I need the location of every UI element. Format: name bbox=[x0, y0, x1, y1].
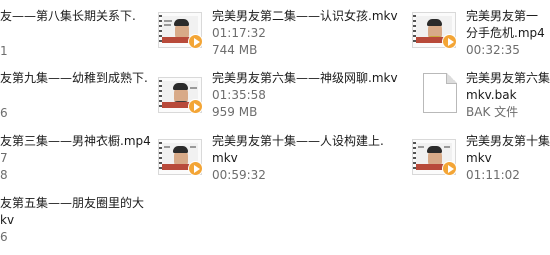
file-item-ep3[interactable]: 友第三集——男神衣橱.mp4 7 8 bbox=[0, 128, 151, 188]
file-name-line1: 友第五集——朋友圈里的大 bbox=[0, 196, 145, 210]
file-meta: 6 bbox=[0, 230, 8, 244]
file-meta: 1 bbox=[0, 44, 8, 58]
file-name-line1: 完美男友第十集 bbox=[466, 134, 550, 148]
file-duration: 01:35:58 bbox=[212, 88, 266, 102]
file-name: 完美男友第二集——认识女孩.mkv bbox=[212, 9, 398, 23]
file-name-line2: mkv bbox=[212, 151, 238, 165]
file-size: 8 bbox=[0, 168, 8, 182]
file-item-ep8[interactable]: 友——第八集长期关系下. 1 bbox=[0, 0, 150, 60]
file-duration: 01:11:02 bbox=[466, 168, 520, 182]
file-item-ep2[interactable]: 完美男友第二集——认识女孩.mkv 01:17:32 744 MB bbox=[158, 0, 408, 62]
file-name-line2: kv bbox=[0, 213, 15, 227]
file-name: 完美男友第六集——神级网聊.mkv bbox=[212, 71, 398, 85]
file-item-ep1[interactable]: 完美男友第一 分手危机.mp4 00:32:35 bbox=[412, 0, 550, 62]
play-badge-icon bbox=[442, 161, 457, 176]
video-thumbnail-icon bbox=[412, 12, 457, 49]
play-badge-icon bbox=[188, 34, 203, 49]
file-size: 959 MB bbox=[212, 105, 258, 119]
file-name-line1: 完美男友第十集——人设构建上. bbox=[212, 134, 384, 148]
document-icon bbox=[423, 73, 457, 113]
play-badge-icon bbox=[188, 161, 203, 176]
file-duration: 00:59:32 bbox=[212, 168, 266, 182]
file-name: 友第三集——男神衣橱.mp4 bbox=[0, 134, 151, 148]
file-item-ep6-mkv[interactable]: 完美男友第六集——神级网聊.mkv 01:35:58 959 MB bbox=[158, 66, 408, 128]
video-thumbnail-icon bbox=[158, 77, 203, 114]
file-name: 友——第八集长期关系下. bbox=[0, 9, 136, 23]
video-thumbnail-icon bbox=[158, 12, 203, 49]
video-thumbnail-icon bbox=[158, 139, 203, 176]
file-duration: 00:32:35 bbox=[466, 43, 520, 57]
file-name-line2: mkv bbox=[466, 151, 492, 165]
file-item-ep6-bak[interactable]: 完美男友第六集 mkv.bak BAK 文件 bbox=[412, 66, 550, 128]
file-name-line2: mkv.bak bbox=[466, 88, 517, 102]
play-badge-icon bbox=[442, 34, 457, 49]
file-meta: 6 bbox=[0, 106, 8, 120]
file-item-ep5[interactable]: 友第五集——朋友圈里的大 kv 6 bbox=[0, 190, 150, 250]
file-type: BAK 文件 bbox=[466, 105, 519, 119]
file-size: 744 MB bbox=[212, 43, 258, 57]
file-name-line1: 完美男友第一 bbox=[466, 9, 539, 23]
video-thumbnail-icon bbox=[412, 139, 457, 176]
play-badge-icon bbox=[188, 99, 203, 114]
file-item-ep10-mkv-b[interactable]: 完美男友第十集 mkv 01:11:02 bbox=[412, 128, 550, 190]
file-item-ep9[interactable]: 友第九集——幼稚到成熟下. 6 bbox=[0, 66, 150, 126]
file-duration: 01:17:32 bbox=[212, 26, 266, 40]
file-duration: 7 bbox=[0, 151, 8, 165]
file-name: 友第九集——幼稚到成熟下. bbox=[0, 71, 148, 85]
file-name-line2: 分手危机.mp4 bbox=[466, 26, 545, 40]
file-item-ep10-mkv-a[interactable]: 完美男友第十集——人设构建上. mkv 00:59:32 bbox=[158, 128, 408, 190]
file-name-line1: 完美男友第六集 bbox=[466, 71, 550, 85]
